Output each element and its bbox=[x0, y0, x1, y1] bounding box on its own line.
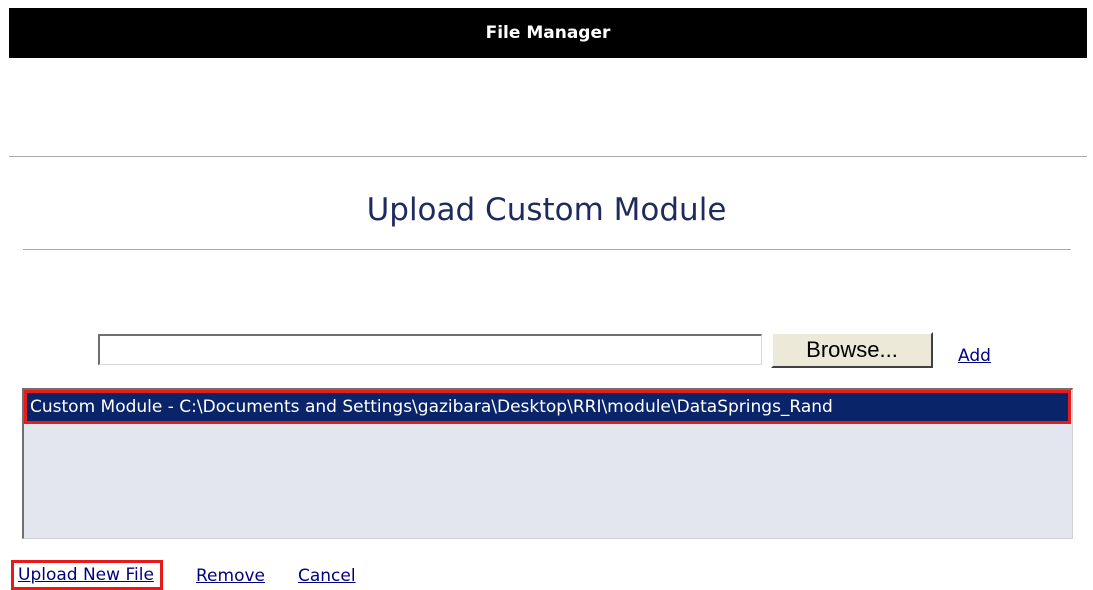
divider bbox=[23, 249, 1071, 250]
page-title: Upload Custom Module bbox=[366, 192, 727, 228]
cancel-link[interactable]: Cancel bbox=[298, 566, 356, 586]
file-listbox[interactable]: Custom Module - C:\Documents and Setting… bbox=[22, 388, 1073, 539]
upload-new-file-label: Upload New File bbox=[18, 565, 154, 585]
upload-new-file-link[interactable]: Upload New File bbox=[11, 560, 163, 590]
title-bar: File Manager bbox=[9, 8, 1087, 58]
window-title: File Manager bbox=[485, 23, 611, 43]
divider bbox=[9, 156, 1087, 157]
list-item[interactable]: Custom Module - C:\Documents and Setting… bbox=[24, 390, 1071, 424]
remove-link[interactable]: Remove bbox=[196, 566, 265, 586]
add-link[interactable]: Add bbox=[958, 346, 991, 366]
browse-button[interactable]: Browse... bbox=[771, 332, 933, 368]
file-path-input[interactable] bbox=[98, 334, 762, 365]
